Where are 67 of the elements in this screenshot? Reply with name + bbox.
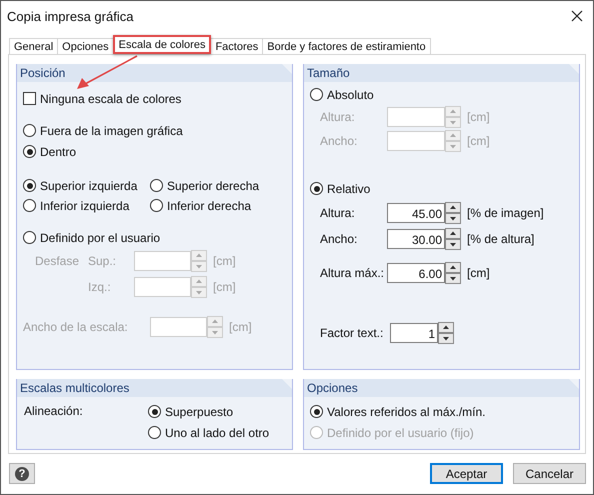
tab[interactable]: General (9, 38, 58, 54)
field-label: Altura: (319, 110, 356, 124)
checkbox-label: Ninguna escala de colores (40, 92, 182, 106)
unit-label: [cm] (213, 280, 236, 294)
radio-label: Relativo (327, 182, 370, 196)
spinner-icon[interactable] (445, 228, 461, 250)
unit-label: [cm] (467, 266, 490, 280)
checkbox[interactable] (23, 92, 36, 105)
radio-button[interactable] (23, 124, 36, 137)
radio-button[interactable] (150, 199, 163, 212)
number-field[interactable]: 6.00 (387, 263, 445, 283)
field-label: Altura: (319, 206, 356, 220)
field-label: Factor text.: (319, 326, 384, 340)
spinner-icon[interactable] (438, 322, 454, 344)
radio-button[interactable] (148, 405, 161, 418)
unit-label: [cm] (229, 320, 252, 334)
number-field[interactable]: 1 (390, 323, 438, 343)
radio-label: Definido por el usuario (fijo) (327, 426, 474, 440)
spinner-icon[interactable] (445, 262, 461, 284)
dialog-button[interactable]: Cancelar (513, 463, 586, 484)
radio-label: Dentro (40, 144, 76, 158)
radio-button[interactable] (23, 231, 36, 244)
radio-button[interactable] (148, 426, 161, 439)
unit-label: [% de imagen] (467, 206, 544, 220)
radio-button[interactable] (310, 88, 323, 101)
radio-label: Inferior derecha (167, 198, 252, 212)
help-button[interactable]: ? (9, 463, 35, 484)
radio-button[interactable] (150, 179, 163, 192)
group-title: Posición (20, 66, 66, 80)
unit-label: [% de altura] (467, 232, 534, 246)
field-label: Altura máx.: (319, 266, 383, 280)
radio-button[interactable] (310, 182, 323, 195)
radio-label: Superpuesto (165, 404, 234, 418)
number-field[interactable]: 30.00 (387, 229, 445, 249)
radio-label: Valores referidos al máx./mín. (327, 404, 486, 418)
radio-button[interactable] (23, 199, 36, 212)
field-label: Izq.: (88, 280, 112, 294)
tab[interactable]: Escala de colores (112, 35, 212, 54)
field-label: Ancho: (319, 134, 358, 148)
radio-label: Inferior izquierda (40, 198, 130, 212)
radio-label: Absoluto (327, 88, 374, 102)
spinner-icon[interactable] (445, 202, 461, 224)
unit-label: [cm] (467, 134, 490, 148)
window-title: Copia impresa gráfica (7, 8, 134, 24)
radio-label: Fuera de la imagen gráfica (40, 124, 183, 138)
radio-label: Uno al lado del otro (165, 426, 270, 440)
tab[interactable]: Opciones (57, 38, 114, 54)
number-field[interactable]: 45.00 (387, 203, 445, 223)
radio-label: Superior derecha (167, 178, 260, 192)
unit-label: [cm] (213, 254, 236, 268)
radio-button[interactable] (23, 179, 36, 192)
field-label: Sup.: (88, 254, 118, 268)
field-label: Ancho: (319, 232, 358, 246)
radio-button[interactable] (310, 405, 323, 418)
radio-label: Superior izquierda (40, 178, 138, 192)
group-title: Escalas multicolores (20, 381, 130, 395)
field-label: Desfase (34, 253, 80, 270)
field-label: Ancho de la escala: (23, 320, 129, 334)
field-label: Alineación: (23, 403, 84, 420)
radio-button[interactable] (23, 145, 36, 158)
group-title: Opciones (307, 381, 358, 395)
group-title: Tamaño (307, 66, 350, 80)
dialog-button[interactable]: Aceptar (430, 463, 503, 484)
unit-label: [cm] (467, 110, 490, 124)
radio-label: Definido por el usuario (40, 230, 160, 244)
close-icon[interactable] (571, 10, 583, 22)
tab[interactable]: Borde y factores de estiramiento (262, 38, 431, 54)
